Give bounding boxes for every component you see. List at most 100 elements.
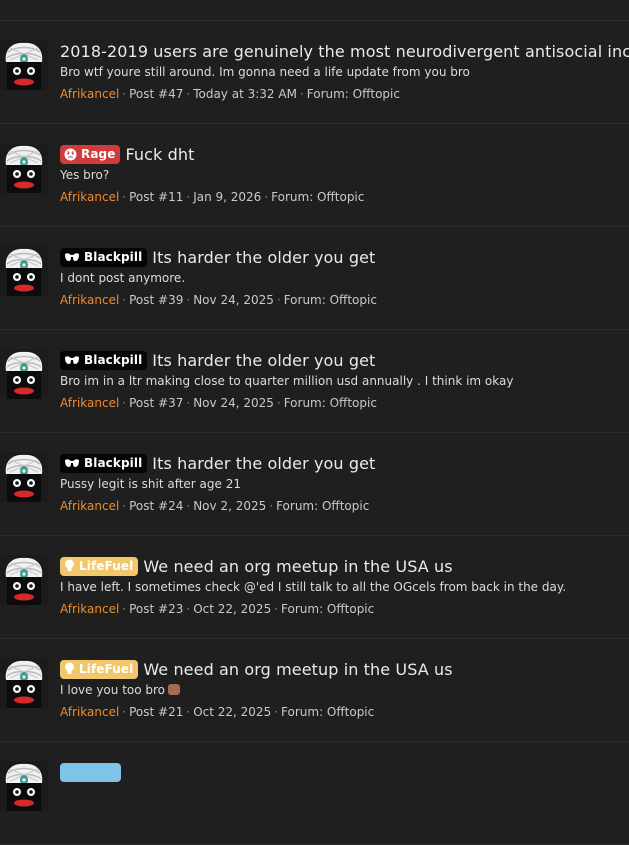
result-content: Blackpill Its harder the older you get P… — [60, 452, 629, 513]
username-link[interactable]: Afrikancel — [60, 293, 119, 307]
result-title-row[interactable]: Rage Fuck dht — [60, 143, 629, 165]
post-date: Oct 22, 2025 — [193, 705, 272, 719]
list-item: LifeFuel We need an org meetup in the US… — [0, 639, 629, 742]
forum-link[interactable]: Forum: Offtopic — [271, 190, 364, 204]
result-title-row[interactable]: Blackpill Its harder the older you get — [60, 246, 629, 268]
list-item — [0, 742, 629, 845]
prefix-badge: LifeFuel — [60, 659, 139, 679]
post-snippet — [60, 786, 629, 804]
result-content: 2018-2019 users are genuinely the most n… — [60, 40, 629, 102]
post-number-link[interactable]: Post #11 — [129, 190, 183, 204]
list-item: 2018-2019 users are genuinely the most n… — [0, 21, 629, 124]
post-number-link[interactable]: Post #24 — [129, 499, 183, 513]
forum-link[interactable]: Forum: Offtopic — [284, 396, 377, 410]
badge-label: LifeFuel — [79, 662, 134, 676]
result-content: Rage Fuck dht Yes bro? Afrikancel · Post #… — [60, 143, 629, 204]
post-snippet: Pussy legit is shit after age 21 — [60, 477, 241, 491]
avatar[interactable] — [0, 40, 48, 90]
prefix-badge: Blackpill — [60, 453, 148, 473]
post-number-link[interactable]: Post #23 — [129, 602, 183, 616]
post-snippet: I love you too bro — [60, 683, 629, 701]
result-content: LifeFuel We need an org meetup in the US… — [60, 658, 629, 719]
forum-link[interactable]: Forum: Offtopic — [276, 499, 369, 513]
result-title-row[interactable]: Blackpill Its harder the older you get — [60, 452, 629, 474]
list-item: Blackpill Its harder the older you get B… — [0, 330, 629, 433]
prefix-badge: Blackpill — [60, 350, 148, 370]
badge-label: Blackpill — [84, 250, 143, 264]
list-item: Blackpill Its harder the older you get I… — [0, 227, 629, 330]
result-title-row[interactable]: LifeFuel We need an org meetup in the US… — [60, 555, 629, 577]
username-link[interactable]: Afrikancel — [60, 705, 119, 719]
post-meta: Afrikancel · Post #37 · Nov 24, 2025 · Forum: … — [60, 396, 377, 410]
thread-title[interactable]: 2018-2019 users are genuinely the most n… — [60, 42, 629, 61]
search-results-list: 2018-2019 users are genuinely the most n… — [0, 21, 629, 845]
username-link[interactable]: Afrikancel — [60, 602, 119, 616]
post-number-link[interactable]: Post #47 — [129, 87, 183, 101]
username-link[interactable]: Afrikancel — [60, 499, 119, 513]
badge-label: Blackpill — [84, 353, 143, 367]
forum-link[interactable]: Forum: Offtopic — [307, 87, 400, 101]
avatar[interactable] — [0, 246, 48, 296]
username-link[interactable]: Afrikancel — [60, 87, 119, 101]
avatar[interactable] — [0, 555, 48, 605]
prefix-badge — [60, 762, 121, 782]
thread-title[interactable]: Fuck dht — [125, 145, 194, 164]
list-item: Blackpill Its harder the older you get P… — [0, 433, 629, 536]
post-meta: Afrikancel · Post #21 · Oct 22, 2025 · Forum: … — [60, 705, 375, 719]
prefix-badge: Rage — [60, 144, 121, 164]
post-date: Nov 24, 2025 — [193, 293, 274, 307]
thread-title[interactable]: Its harder the older you get — [152, 351, 375, 370]
result-content: LifeFuel We need an org meetup in the US… — [60, 555, 629, 616]
forum-link[interactable]: Forum: Offtopic — [281, 705, 374, 719]
result-content: Blackpill Its harder the older you get I… — [60, 246, 629, 307]
post-number-link[interactable]: Post #21 — [129, 705, 183, 719]
post-date: Oct 22, 2025 — [193, 602, 272, 616]
username-link[interactable]: Afrikancel — [60, 190, 119, 204]
post-snippet: I have left. I sometimes check @'ed I st… — [60, 580, 567, 594]
post-meta: Afrikancel · Post #39 · Nov 24, 2025 · Forum: … — [60, 293, 377, 307]
forum-link[interactable]: Forum: Offtopic — [281, 602, 374, 616]
avatar[interactable] — [0, 761, 48, 811]
post-date: Today at 3:32 AM — [193, 87, 297, 101]
thread-title[interactable]: Its harder the older you get — [152, 454, 375, 473]
thread-title[interactable]: We need an org meetup in the USA us — [143, 660, 452, 679]
post-meta: Afrikancel · Post #24 · Nov 2, 2025 · Forum: O… — [60, 499, 370, 513]
post-snippet: Bro im in a ltr making close to quarter … — [60, 374, 514, 388]
list-item: LifeFuel We need an org meetup in the US… — [0, 536, 629, 639]
thread-title[interactable]: We need an org meetup in the USA us — [143, 557, 452, 576]
prefix-badge: LifeFuel — [60, 556, 139, 576]
badge-label: Rage — [81, 147, 116, 161]
avatar[interactable] — [0, 452, 48, 502]
post-number-link[interactable]: Post #39 — [129, 293, 183, 307]
forum-link[interactable]: Forum: Offtopic — [284, 293, 377, 307]
post-date: Jan 9, 2026 — [193, 190, 262, 204]
avatar[interactable] — [0, 143, 48, 193]
avatar[interactable] — [0, 658, 48, 708]
username-link[interactable]: Afrikancel — [60, 396, 119, 410]
lightbulb-icon — [64, 662, 75, 676]
post-date: Nov 24, 2025 — [193, 396, 274, 410]
result-title-row[interactable]: Blackpill Its harder the older you get — [60, 349, 629, 371]
glasses-icon — [64, 251, 80, 263]
prefix-badge: Blackpill — [60, 247, 148, 267]
badge-label: LifeFuel — [79, 559, 134, 573]
post-snippet: Yes bro? — [60, 168, 110, 182]
post-number-link[interactable]: Post #37 — [129, 396, 183, 410]
result-title-row[interactable]: 2018-2019 users are genuinely the most n… — [60, 40, 629, 62]
result-content: Blackpill Its harder the older you get B… — [60, 349, 629, 410]
avatar[interactable] — [0, 349, 48, 399]
fist-bump-emoji — [168, 684, 181, 695]
post-snippet: Bro wtf youre still around. Im gonna nee… — [60, 65, 470, 79]
angry-face-icon — [64, 148, 77, 161]
result-title-row[interactable]: LifeFuel We need an org meetup in the US… — [60, 658, 629, 680]
result-title-row[interactable] — [60, 761, 629, 783]
post-snippet: I dont post anymore. — [60, 271, 186, 285]
thread-title[interactable]: Its harder the older you get — [152, 248, 375, 267]
result-content — [60, 761, 629, 808]
post-meta: Afrikancel · Post #23 · Oct 22, 2025 · Forum: … — [60, 602, 375, 616]
glasses-icon — [64, 457, 80, 469]
lightbulb-icon — [64, 559, 75, 573]
badge-label: Blackpill — [84, 456, 143, 470]
glasses-icon — [64, 354, 80, 366]
post-meta: Afrikancel · Post #47 · Today at 3:32 AM · For… — [60, 87, 400, 101]
